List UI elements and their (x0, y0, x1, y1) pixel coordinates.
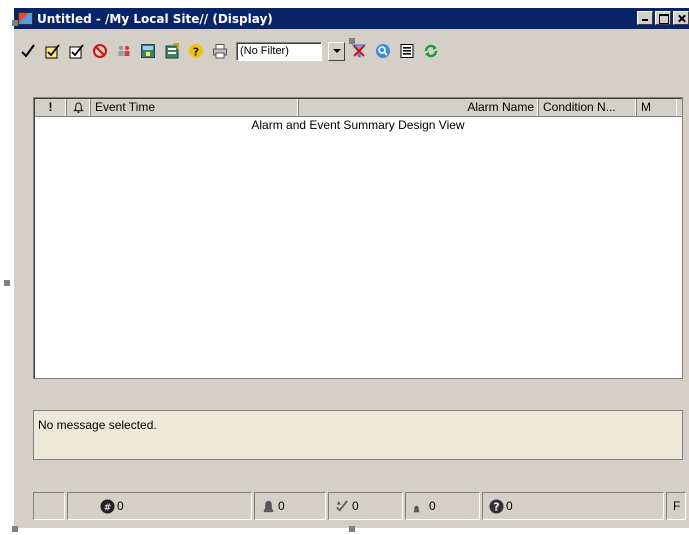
svg-text:#: # (104, 502, 112, 513)
resize-handle-bottom-left[interactable] (12, 526, 18, 532)
users-button[interactable] (114, 40, 134, 62)
status-alarms-value: 0 (278, 499, 285, 513)
status-panel-blank (33, 492, 65, 520)
display-window: Untitled - /My Local Site// (Display) ? … (14, 8, 689, 528)
status-panel-alarms: 0 (254, 492, 326, 520)
svg-text:?: ? (193, 46, 199, 59)
clear-filter-icon (351, 44, 367, 58)
title-bar[interactable]: Untitled - /My Local Site// (Display) (14, 8, 689, 29)
resize-handle-top-left[interactable] (12, 20, 18, 26)
properties-button[interactable] (162, 40, 182, 62)
status-panel-unknown: ? 0 (482, 492, 664, 520)
status-total-value: 0 (117, 499, 124, 513)
acknowledge-page-icon (45, 44, 60, 59)
list-button[interactable] (397, 40, 417, 62)
message-panel: No message selected. (33, 410, 683, 460)
print-button[interactable] (210, 40, 230, 62)
status-bar: # 0 0 0 0 ? 0 F (33, 492, 689, 522)
toolbar: ? (No Filter) (18, 38, 618, 64)
help-icon: ? (189, 44, 203, 59)
maximize-button[interactable] (655, 11, 671, 25)
users-icon (118, 45, 130, 56)
small-bell-icon (413, 505, 420, 512)
acknowledge-all-button[interactable] (66, 40, 86, 62)
grid-header: ! Event Time Alarm Name Condition N... M (35, 99, 682, 117)
alarm-display-icon (141, 44, 155, 58)
event-time-column-header[interactable]: Event Time (91, 99, 299, 116)
message-text: No message selected. (38, 418, 157, 432)
event-grid[interactable]: ! Event Time Alarm Name Condition N... M… (33, 97, 683, 379)
acknowledged-icon (336, 499, 348, 512)
resize-handle-bottom-center[interactable] (349, 526, 355, 532)
filter-value[interactable]: (No Filter) (236, 41, 322, 61)
bell-icon (263, 500, 274, 512)
suppress-button[interactable] (90, 40, 110, 62)
alarm-display-button[interactable] (138, 40, 158, 62)
status-panel-small-alarms: 0 (405, 492, 480, 520)
refresh-icon (424, 44, 438, 58)
status-panel-acknowledged: 0 (328, 492, 403, 520)
status-extra-value: F (673, 499, 681, 513)
close-button[interactable] (673, 11, 689, 25)
printer-icon (213, 44, 227, 59)
status-panel-total: # 0 (67, 492, 252, 520)
minimize-button[interactable] (637, 11, 653, 25)
window-title: Untitled - /My Local Site// (Display) (37, 11, 273, 26)
design-view-label: Alarm and Event Summary Design View (251, 118, 465, 132)
alarm-name-column-header[interactable]: Alarm Name (299, 99, 539, 116)
svg-text:?: ? (494, 501, 500, 513)
priority-column-header[interactable]: ! (35, 99, 67, 116)
status-unknown-value: 0 (506, 499, 513, 513)
bell-icon (73, 102, 84, 113)
find-button[interactable] (373, 40, 393, 62)
help-button[interactable]: ? (186, 40, 206, 62)
status-acknowledged-value: 0 (352, 499, 359, 513)
refresh-button[interactable] (421, 40, 441, 62)
alarm-summary-control: ? (No Filter) ! Event Time Alarm Name Co… (18, 37, 686, 522)
count-icon: # (100, 498, 115, 514)
m-column-header[interactable]: M (637, 99, 677, 116)
chevron-down-icon[interactable] (328, 41, 345, 61)
checkmark-button[interactable] (18, 40, 38, 62)
status-panel-extra: F (666, 492, 686, 520)
resize-handle-middle-left[interactable] (4, 280, 10, 286)
app-icon (18, 12, 33, 25)
resize-handle-top-center[interactable] (349, 38, 355, 44)
condition-name-column-header[interactable]: Condition N... (539, 99, 637, 116)
question-icon: ? (489, 498, 504, 513)
properties-icon (165, 43, 179, 59)
acknowledge-all-icon (69, 44, 84, 59)
checkmark-icon (21, 44, 35, 58)
filter-dropdown[interactable]: (No Filter) (236, 41, 345, 61)
status-small-alarms-value: 0 (429, 499, 436, 513)
list-icon (400, 44, 414, 58)
acknowledge-page-button[interactable] (42, 40, 62, 62)
bell-column-header[interactable] (67, 99, 91, 116)
no-entry-icon (93, 44, 107, 58)
find-icon (376, 44, 390, 58)
